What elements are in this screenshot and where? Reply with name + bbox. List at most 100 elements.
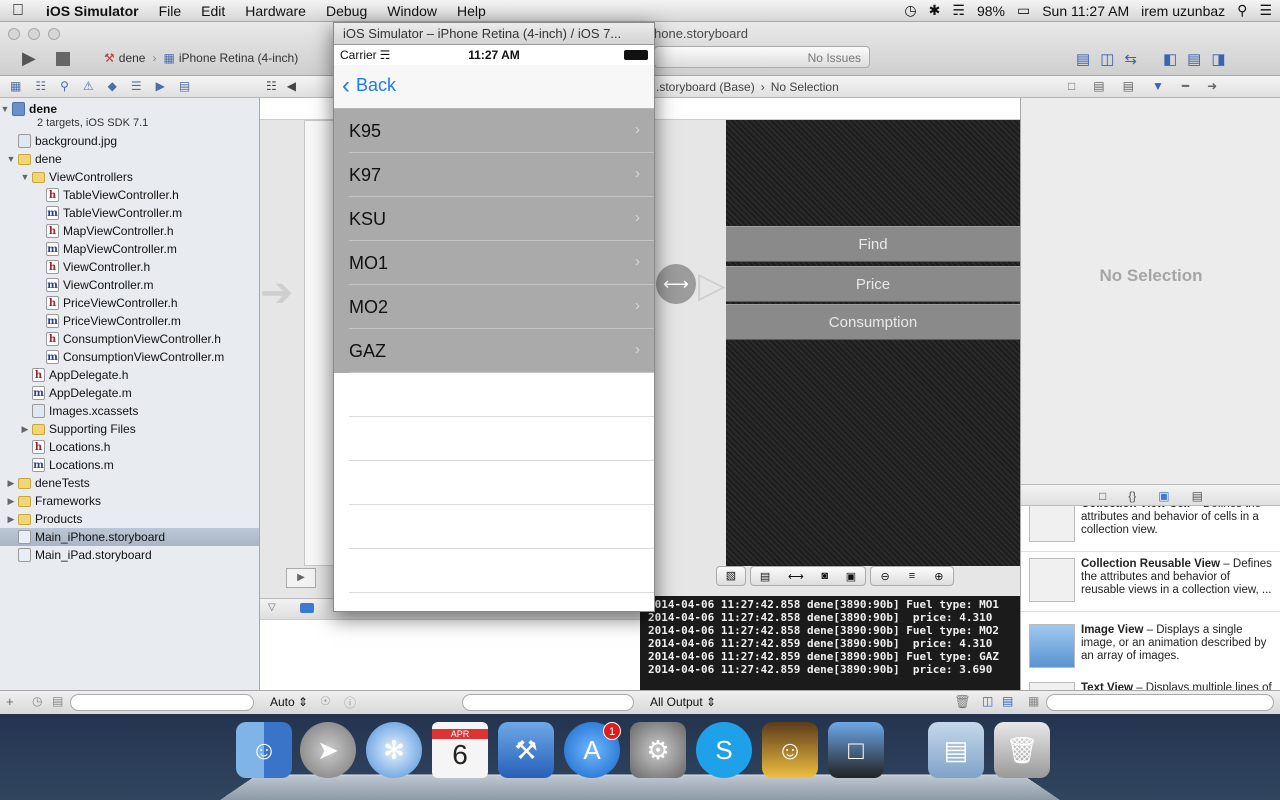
breadcrumb[interactable]: .storyboard (Base) › No Selection xyxy=(656,80,839,94)
symbol-navigator-icon[interactable]: ☷ xyxy=(35,79,46,93)
skype-icon[interactable]: S xyxy=(696,722,752,778)
file-row[interactable]: h AppDelegate.h xyxy=(0,366,259,384)
file-row[interactable]: h Locations.h xyxy=(0,438,259,456)
debug-navigator-icon[interactable]: ☰ xyxy=(131,79,142,93)
menu-user[interactable]: irem uzunbaz xyxy=(1141,3,1225,19)
utilities-toggle-icon[interactable]: ◨ xyxy=(1211,50,1225,68)
log-navigator-icon[interactable]: ▤ xyxy=(179,79,190,93)
system-preferences-icon[interactable]: ⚙ xyxy=(630,722,686,778)
minimize-window-button[interactable] xyxy=(28,28,40,40)
xcode-icon[interactable]: ⚒ xyxy=(498,722,554,778)
table-row[interactable]: MO1 › xyxy=(334,241,654,285)
file-row[interactable]: m ViewController.m xyxy=(0,276,259,294)
launchpad-icon[interactable]: ➤ xyxy=(300,722,356,778)
console-only-icon[interactable]: ▤ xyxy=(1002,694,1013,708)
recent-files-icon[interactable]: ◷ xyxy=(32,694,42,708)
documents-folder-icon[interactable]: ▤ xyxy=(928,722,984,778)
identity-inspector-icon[interactable]: ▤ xyxy=(1123,79,1134,93)
attributes-inspector-icon[interactable]: ▼ xyxy=(1152,79,1164,93)
pin-icon[interactable]: ⟷ xyxy=(788,570,804,583)
auto-variables-selector[interactable]: Auto ⇕ xyxy=(270,695,308,709)
menu-window[interactable]: Window xyxy=(377,3,447,19)
back-arrow-icon[interactable]: ◀ xyxy=(287,79,296,93)
file-row[interactable]: background.jpg xyxy=(0,132,259,150)
file-row[interactable]: ▶ Frameworks xyxy=(0,492,259,510)
apple-icon[interactable]:  xyxy=(0,2,36,20)
disclosure-closed-icon[interactable]: ▶ xyxy=(20,424,30,435)
disclosure-closed-icon[interactable]: ▶ xyxy=(6,496,16,507)
layout-icon[interactable]: ▧ xyxy=(716,566,746,586)
table-row[interactable]: GAZ › xyxy=(334,329,654,373)
battery-percent[interactable]: 98% xyxy=(977,3,1005,19)
battery-icon[interactable]: ▭ xyxy=(1017,2,1030,19)
file-row[interactable]: Main_iPhone.storyboard xyxy=(0,528,259,546)
find-button[interactable]: Find xyxy=(726,226,1020,262)
file-row[interactable]: ▼ dene xyxy=(0,150,259,168)
segue-icon[interactable]: ⟷ xyxy=(656,264,696,304)
breakpoints-icon[interactable] xyxy=(300,603,314,613)
add-file-icon[interactable]: + xyxy=(6,694,14,709)
media-library-icon[interactable]: ▤ xyxy=(1192,489,1203,505)
disclosure-closed-icon[interactable]: ▶ xyxy=(6,478,16,489)
navigator-toggle-icon[interactable]: ◧ xyxy=(1163,50,1177,68)
file-template-library-icon[interactable]: □ xyxy=(1099,489,1106,505)
standard-editor-icon[interactable]: ▤ xyxy=(1076,50,1090,68)
navigator-filter-field[interactable] xyxy=(70,694,254,711)
file-row[interactable]: m MapViewController.m xyxy=(0,240,259,258)
project-navigator-icon[interactable]: ▦ xyxy=(10,79,21,93)
split-view-icon[interactable]: ◫ xyxy=(982,694,993,708)
library-item[interactable]: Image View – Displays a single image, or… xyxy=(1021,618,1280,678)
table-row[interactable]: K95 › xyxy=(334,109,654,153)
disclosure-open-icon[interactable]: ▼ xyxy=(20,172,30,182)
info-icon[interactable]: ⓘ xyxy=(344,694,356,711)
breakpoint-navigator-icon[interactable]: ▶ xyxy=(156,79,165,93)
library-item[interactable]: Collection View Cell – Defines the attri… xyxy=(1021,506,1280,552)
bluetooth-icon[interactable]: ✱ xyxy=(929,2,941,19)
library-filter-field[interactable] xyxy=(1046,694,1274,711)
file-row[interactable]: ▼ ViewControllers xyxy=(0,168,259,186)
view-controller-scene[interactable]: Find Price Consumption xyxy=(726,120,1020,566)
document-outline-icon[interactable]: ▶ xyxy=(286,568,316,588)
scm-icon[interactable]: ▤ xyxy=(52,694,63,708)
file-row[interactable]: h ConsumptionViewController.h xyxy=(0,330,259,348)
menu-clock[interactable]: Sun 11:27 AM xyxy=(1042,3,1129,19)
table-row[interactable]: MO2 › xyxy=(334,285,654,329)
breadcrumb-file[interactable]: .storyboard (Base) xyxy=(656,80,755,94)
github-icon[interactable]: ☺ xyxy=(762,722,818,778)
file-row[interactable]: ▶ deneTests xyxy=(0,474,259,492)
calendar-icon[interactable]: APR 6 xyxy=(432,722,488,778)
file-row[interactable]: Main_iPad.storyboard xyxy=(0,546,259,564)
quick-help-icon[interactable]: ▤ xyxy=(1093,79,1104,93)
ios-simulator-icon[interactable]: □ xyxy=(828,722,884,778)
file-row[interactable]: m ConsumptionViewController.m xyxy=(0,348,259,366)
align-icon[interactable]: ▤ xyxy=(760,570,770,583)
library-item[interactable]: Collection Reusable View – Defines the a… xyxy=(1021,552,1280,612)
assistant-editor-icon[interactable]: ◫ xyxy=(1100,50,1114,68)
quick-look-icon[interactable]: ☉ xyxy=(320,694,331,708)
console-output-selector[interactable]: All Output ⇕ xyxy=(650,695,716,709)
find-navigator-icon[interactable]: ⚲ xyxy=(60,79,69,93)
menu-file[interactable]: File xyxy=(149,3,192,19)
zoom-in-icon[interactable]: ⊕ xyxy=(934,570,943,583)
debug-console[interactable]: 2014-04-06 11:27:42.858 dene[3890:90b] F… xyxy=(640,596,1020,690)
zoom-fit-icon[interactable]: ≡ xyxy=(909,570,915,582)
time-machine-icon[interactable]: ◷ xyxy=(904,2,916,19)
disclosure-closed-icon[interactable]: ▶ xyxy=(6,514,16,525)
related-files-icon[interactable]: ☷ xyxy=(266,79,277,93)
test-navigator-icon[interactable]: ◆ xyxy=(108,79,117,93)
object-library[interactable]: Collection View Cell – Defines the attri… xyxy=(1021,506,1280,690)
file-row[interactable]: Images.xcassets xyxy=(0,402,259,420)
menu-edit[interactable]: Edit xyxy=(191,3,235,19)
variables-filter-field[interactable] xyxy=(462,694,634,711)
file-inspector-icon[interactable]: □ xyxy=(1068,79,1075,93)
file-row[interactable]: h MapViewController.h xyxy=(0,222,259,240)
disclosure-open-icon[interactable]: ▼ xyxy=(0,104,10,114)
fuel-table-view[interactable]: K95 › K97 › KSU › MO1 › MO2 › GAZ › xyxy=(334,109,654,611)
notification-center-icon[interactable]: ☰ xyxy=(1259,2,1272,19)
stop-icon[interactable] xyxy=(56,52,70,66)
size-inspector-icon[interactable]: ━ xyxy=(1182,79,1189,93)
trash-icon[interactable]: 🗑 xyxy=(994,722,1050,778)
connections-inspector-icon[interactable]: ➜ xyxy=(1207,79,1217,93)
issue-navigator-icon[interactable]: ⚠ xyxy=(83,79,94,93)
debug-area-toggle-icon[interactable]: ▤ xyxy=(1187,50,1201,68)
